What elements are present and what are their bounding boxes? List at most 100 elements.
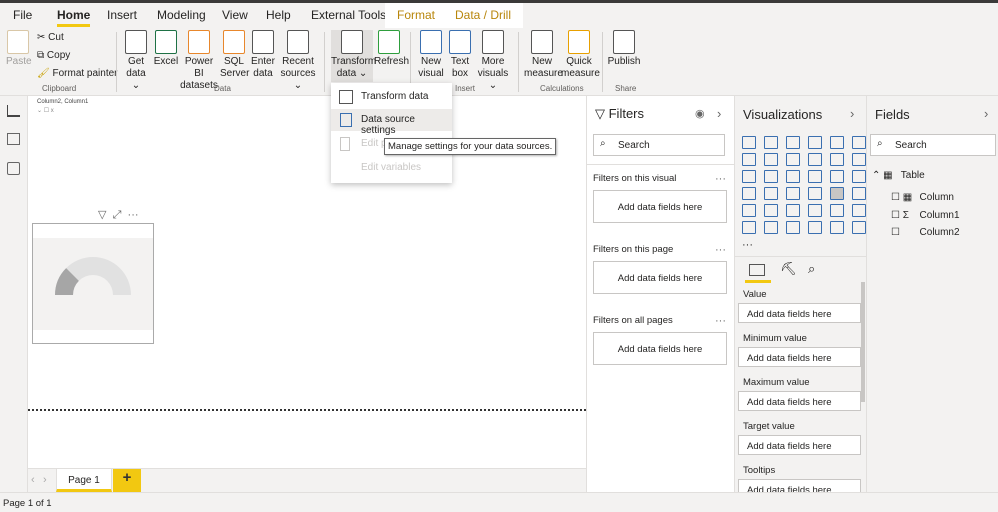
menu-item-edit-variables[interactable]: Edit variables xyxy=(331,157,452,179)
visual-type-icon[interactable] xyxy=(852,136,866,149)
visual-type-icon[interactable] xyxy=(786,204,800,217)
visual-type-icon[interactable] xyxy=(808,136,822,149)
tab-view[interactable]: View xyxy=(222,8,248,22)
gauge-visual[interactable] xyxy=(32,223,154,344)
visual-type-icon[interactable] xyxy=(742,136,756,149)
sql-server-button[interactable]: SQL Server xyxy=(220,30,249,80)
add-page-button[interactable]: + xyxy=(113,469,141,492)
filters-visual-drop[interactable]: Add data fields here xyxy=(593,190,727,223)
paste-button[interactable]: Paste xyxy=(6,30,32,68)
more-visuals-button[interactable]: More visuals ⌄ xyxy=(475,30,511,92)
get-data-button[interactable]: Get data ⌄ xyxy=(121,30,151,92)
visual-type-icon[interactable] xyxy=(830,170,844,183)
slicer-item[interactable]: ⌄ ☐ x xyxy=(37,107,54,114)
eye-icon[interactable]: ◉ xyxy=(695,107,705,120)
well-drop-zone[interactable]: Add data fields here xyxy=(738,435,861,455)
visual-type-icon[interactable] xyxy=(742,170,756,183)
table-node[interactable]: ⌃ ▦ Table xyxy=(872,170,925,181)
visual-type-icon[interactable] xyxy=(742,153,756,166)
menu-item-transform-data[interactable]: Transform data xyxy=(331,86,452,108)
visual-type-icon[interactable] xyxy=(808,153,822,166)
visual-type-icon[interactable] xyxy=(764,221,778,234)
transform-data-button[interactable]: Transform data ⌄ xyxy=(331,30,376,82)
visual-type-icon[interactable] xyxy=(852,153,866,166)
visual-type-icon[interactable] xyxy=(742,204,756,217)
visual-type-icon[interactable] xyxy=(786,136,800,149)
checkbox[interactable]: ☐ xyxy=(891,210,900,221)
refresh-button[interactable]: Refresh xyxy=(374,30,409,68)
checkbox[interactable]: ☐ xyxy=(891,227,900,238)
excel-button[interactable]: Excel xyxy=(153,30,179,68)
filters-all-drop[interactable]: Add data fields here xyxy=(593,332,727,365)
visual-type-icon[interactable] xyxy=(786,170,800,183)
filters-search-input[interactable]: ⌕ Search xyxy=(593,134,725,156)
more-visuals-icon[interactable]: ··· xyxy=(742,239,753,251)
visual-type-icon[interactable] xyxy=(830,136,844,149)
visual-type-icon[interactable] xyxy=(764,136,778,149)
tab-data-drill[interactable]: Data / Drill xyxy=(443,3,524,28)
checkbox[interactable]: ☐ xyxy=(891,192,900,203)
tab-insert[interactable]: Insert xyxy=(107,8,137,22)
collapse-filters-icon[interactable]: › xyxy=(717,106,721,121)
cut-button[interactable]: ✂ Cut xyxy=(37,32,64,43)
visual-type-icon[interactable] xyxy=(786,221,800,234)
tab-home[interactable]: Home xyxy=(57,8,91,27)
visual-type-icon[interactable] xyxy=(852,221,866,234)
tab-file[interactable]: File xyxy=(13,8,32,22)
visual-type-icon[interactable] xyxy=(852,204,866,217)
new-measure-button[interactable]: New measure xyxy=(524,30,563,80)
visual-type-icon[interactable] xyxy=(808,204,822,217)
prev-page-icon[interactable]: ‹ xyxy=(31,474,35,486)
copy-button[interactable]: ⧉ Copy xyxy=(37,50,70,61)
report-view-icon[interactable] xyxy=(7,105,20,117)
visual-type-icon[interactable] xyxy=(852,187,866,200)
visual-type-icon[interactable] xyxy=(808,221,822,234)
visual-type-icon[interactable] xyxy=(786,187,800,200)
visual-type-icon[interactable] xyxy=(742,187,756,200)
visual-type-icon[interactable] xyxy=(808,187,822,200)
menu-item-data-source-settings[interactable]: Data source settings xyxy=(331,109,452,136)
field-item[interactable]: ☐ Column2 xyxy=(891,227,960,238)
tab-modeling[interactable]: Modeling xyxy=(157,8,206,22)
collapse-viz-icon[interactable]: › xyxy=(850,106,854,121)
visual-type-icon[interactable] xyxy=(830,221,844,234)
well-drop-zone[interactable]: Add data fields here xyxy=(738,391,861,411)
page-tab-page-1[interactable]: Page 1 xyxy=(56,468,112,492)
focus-mode-icon[interactable]: ⤢ xyxy=(113,209,122,221)
visual-type-icon[interactable] xyxy=(830,153,844,166)
quick-measure-button[interactable]: Quick measure xyxy=(561,30,600,80)
field-item[interactable]: ☐ ▦ Column xyxy=(891,192,954,203)
field-item[interactable]: ☐ Σ Column1 xyxy=(891,210,960,221)
text-box-button[interactable]: Text box xyxy=(448,30,472,80)
visual-type-icon[interactable] xyxy=(764,204,778,217)
visual-type-icon[interactable] xyxy=(764,153,778,166)
fields-search-input[interactable]: ⌕ Search xyxy=(870,134,996,156)
power-bi-datasets-button[interactable]: Power BI datasets xyxy=(180,30,218,92)
visual-type-icon[interactable] xyxy=(830,204,844,217)
well-drop-zone[interactable]: Add data fields here xyxy=(738,347,861,367)
scrollbar[interactable] xyxy=(861,282,865,402)
model-view-icon[interactable] xyxy=(7,162,20,175)
analytics-icon[interactable]: ⌕ xyxy=(808,261,815,277)
recent-sources-button[interactable]: Recent sources ⌄ xyxy=(278,30,318,92)
more-options-icon[interactable]: ··· xyxy=(128,209,139,221)
gauge-visual-type-icon[interactable] xyxy=(830,187,844,200)
visual-type-icon[interactable] xyxy=(764,170,778,183)
enter-data-button[interactable]: Enter data xyxy=(250,30,276,80)
filter-icon[interactable]: ▽ xyxy=(98,209,106,221)
new-visual-button[interactable]: New visual xyxy=(417,30,445,80)
visual-type-icon[interactable] xyxy=(808,170,822,183)
tab-help[interactable]: Help xyxy=(266,8,291,22)
visual-type-icon[interactable] xyxy=(764,187,778,200)
format-painter-button[interactable]: 🖌 Format painter xyxy=(37,68,118,79)
visual-type-icon[interactable] xyxy=(852,170,866,183)
visual-type-icon[interactable] xyxy=(786,153,800,166)
next-page-icon[interactable]: › xyxy=(43,474,47,486)
publish-button[interactable]: Publish xyxy=(607,30,641,68)
well-drop-zone[interactable]: Add data fields here xyxy=(738,303,861,323)
visual-type-icon[interactable] xyxy=(742,221,756,234)
collapse-fields-icon[interactable]: › xyxy=(984,106,988,121)
format-paint-roller-icon[interactable]: ⛏ xyxy=(780,261,797,277)
tab-format[interactable]: Format xyxy=(385,3,448,28)
data-view-icon[interactable] xyxy=(7,133,20,145)
